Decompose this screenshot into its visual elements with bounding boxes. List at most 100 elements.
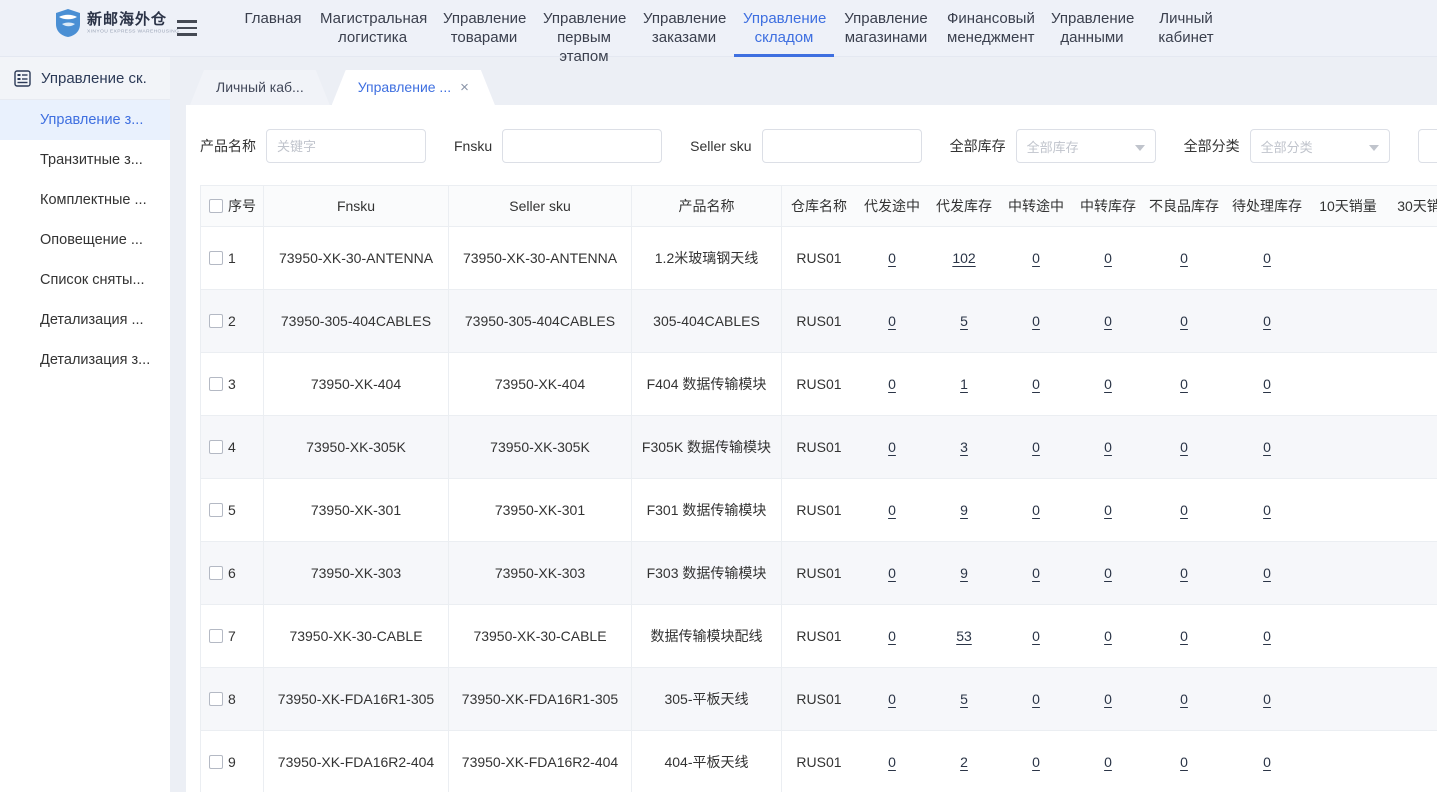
stock-quantity-link[interactable]: 0 <box>1104 628 1112 644</box>
tab-0[interactable]: Личный каб... <box>190 70 330 105</box>
sidebar-item-6[interactable]: Детализация з... <box>0 340 170 380</box>
nav-item-5[interactable]: Управление складом <box>734 0 834 57</box>
stock-quantity-link[interactable]: 0 <box>1180 502 1188 518</box>
nav-item-6[interactable]: Управление магазинами <box>834 0 938 57</box>
stock-quantity-link[interactable]: 0 <box>1104 250 1112 266</box>
category-select[interactable]: 全部分类 <box>1250 129 1390 163</box>
sidebar-item-0[interactable]: Управление з... <box>0 100 170 140</box>
stock-quantity-link[interactable]: 0 <box>888 691 896 707</box>
stock-quantity-link[interactable]: 0 <box>1032 313 1040 329</box>
cell-stock-0: 0 <box>856 605 928 667</box>
stock-quantity-link[interactable]: 0 <box>1263 313 1271 329</box>
stock-quantity-link[interactable]: 0 <box>1263 754 1271 770</box>
row-checkbox[interactable] <box>209 440 223 454</box>
cell-stock-5: 0 <box>1224 479 1310 541</box>
nav-item-2[interactable]: Управление товарами <box>434 0 534 57</box>
tab-1[interactable]: Управление ...× <box>332 70 495 105</box>
stock-select[interactable]: 全部库存 <box>1016 129 1156 163</box>
stock-quantity-link[interactable]: 0 <box>1032 250 1040 266</box>
stock-quantity-link[interactable]: 0 <box>888 250 896 266</box>
stock-quantity-link[interactable]: 0 <box>1180 754 1188 770</box>
cell-sales-30d <box>1386 353 1437 415</box>
stock-quantity-link[interactable]: 9 <box>960 502 968 518</box>
nav-item-9[interactable]: Личный кабинет <box>1142 0 1230 57</box>
brand-name: 新邮海外仓 <box>87 8 190 29</box>
extra-filter-input[interactable] <box>1418 129 1437 163</box>
stock-quantity-link[interactable]: 0 <box>1032 754 1040 770</box>
stock-quantity-link[interactable]: 0 <box>1263 376 1271 392</box>
stock-quantity-link[interactable]: 0 <box>888 313 896 329</box>
stock-quantity-link[interactable]: 0 <box>1180 691 1188 707</box>
stock-quantity-link[interactable]: 0 <box>1263 691 1271 707</box>
fnsku-input[interactable] <box>502 129 662 163</box>
stock-quantity-link[interactable]: 5 <box>960 691 968 707</box>
stock-quantity-link[interactable]: 2 <box>960 754 968 770</box>
stock-quantity-link[interactable]: 1 <box>960 376 968 392</box>
stock-quantity-link[interactable]: 0 <box>1032 565 1040 581</box>
sidebar-item-1[interactable]: Транзитные з... <box>0 140 170 180</box>
stock-quantity-link[interactable]: 0 <box>1180 376 1188 392</box>
cell-stock-4: 0 <box>1144 353 1224 415</box>
row-checkbox[interactable] <box>209 755 223 769</box>
sidebar-item-5[interactable]: Детализация ... <box>0 300 170 340</box>
nav-item-0[interactable]: Главная <box>235 0 311 57</box>
sidebar-item-2[interactable]: Комплектные ... <box>0 180 170 220</box>
stock-quantity-link[interactable]: 0 <box>1032 691 1040 707</box>
stock-quantity-link[interactable]: 3 <box>960 439 968 455</box>
stock-quantity-link[interactable]: 0 <box>888 502 896 518</box>
stock-quantity-link[interactable]: 0 <box>1263 250 1271 266</box>
stock-quantity-link[interactable]: 0 <box>888 376 896 392</box>
seller-sku-input[interactable] <box>762 129 922 163</box>
stock-quantity-link[interactable]: 102 <box>952 250 975 266</box>
cell-sales-10d <box>1310 542 1386 604</box>
stock-quantity-link[interactable]: 5 <box>960 313 968 329</box>
sidebar-header[interactable]: Управление ск. <box>0 57 170 100</box>
collapse-menu-icon[interactable] <box>177 20 197 40</box>
stock-quantity-link[interactable]: 0 <box>1180 565 1188 581</box>
stock-quantity-link[interactable]: 0 <box>1104 376 1112 392</box>
row-checkbox[interactable] <box>209 692 223 706</box>
stock-quantity-link[interactable]: 0 <box>1104 754 1112 770</box>
row-checkbox[interactable] <box>209 251 223 265</box>
stock-quantity-link[interactable]: 0 <box>1180 628 1188 644</box>
row-checkbox[interactable] <box>209 629 223 643</box>
column-header-4: 仓库名称 <box>782 186 856 226</box>
stock-quantity-link[interactable]: 0 <box>1263 565 1271 581</box>
stock-quantity-link[interactable]: 9 <box>960 565 968 581</box>
stock-quantity-link[interactable]: 0 <box>1104 691 1112 707</box>
stock-quantity-link[interactable]: 0 <box>888 754 896 770</box>
row-checkbox[interactable] <box>209 377 223 391</box>
row-checkbox[interactable] <box>209 566 223 580</box>
nav-item-3[interactable]: Управление первым этапом <box>534 0 634 57</box>
stock-quantity-link[interactable]: 0 <box>1180 250 1188 266</box>
sidebar-item-4[interactable]: Список сняты... <box>0 260 170 300</box>
stock-quantity-link[interactable]: 0 <box>1263 628 1271 644</box>
stock-quantity-link[interactable]: 0 <box>1180 439 1188 455</box>
stock-quantity-link[interactable]: 0 <box>1032 502 1040 518</box>
row-checkbox[interactable] <box>209 314 223 328</box>
stock-quantity-link[interactable]: 0 <box>1263 439 1271 455</box>
cell-stock-0: 0 <box>856 479 928 541</box>
nav-item-4[interactable]: Управление заказами <box>634 0 734 57</box>
stock-quantity-link[interactable]: 0 <box>1263 502 1271 518</box>
stock-quantity-link[interactable]: 0 <box>1032 376 1040 392</box>
stock-quantity-link[interactable]: 0 <box>1104 439 1112 455</box>
row-checkbox[interactable] <box>209 503 223 517</box>
close-icon[interactable]: × <box>460 80 469 95</box>
nav-item-1[interactable]: Магистральная логистика <box>311 0 434 57</box>
nav-item-7[interactable]: Финансовый менеджмент <box>938 0 1042 57</box>
product-name-input[interactable] <box>266 129 426 163</box>
stock-quantity-link[interactable]: 0 <box>1032 439 1040 455</box>
stock-quantity-link[interactable]: 0 <box>888 439 896 455</box>
stock-quantity-link[interactable]: 0 <box>1180 313 1188 329</box>
stock-quantity-link[interactable]: 0 <box>1104 565 1112 581</box>
nav-item-8[interactable]: Управление данными <box>1042 0 1142 57</box>
stock-quantity-link[interactable]: 53 <box>956 628 972 644</box>
sidebar-item-3[interactable]: Оповещение ... <box>0 220 170 260</box>
stock-quantity-link[interactable]: 0 <box>1104 313 1112 329</box>
stock-quantity-link[interactable]: 0 <box>1032 628 1040 644</box>
stock-quantity-link[interactable]: 0 <box>1104 502 1112 518</box>
stock-quantity-link[interactable]: 0 <box>888 565 896 581</box>
select-all-checkbox[interactable] <box>209 199 223 213</box>
stock-quantity-link[interactable]: 0 <box>888 628 896 644</box>
